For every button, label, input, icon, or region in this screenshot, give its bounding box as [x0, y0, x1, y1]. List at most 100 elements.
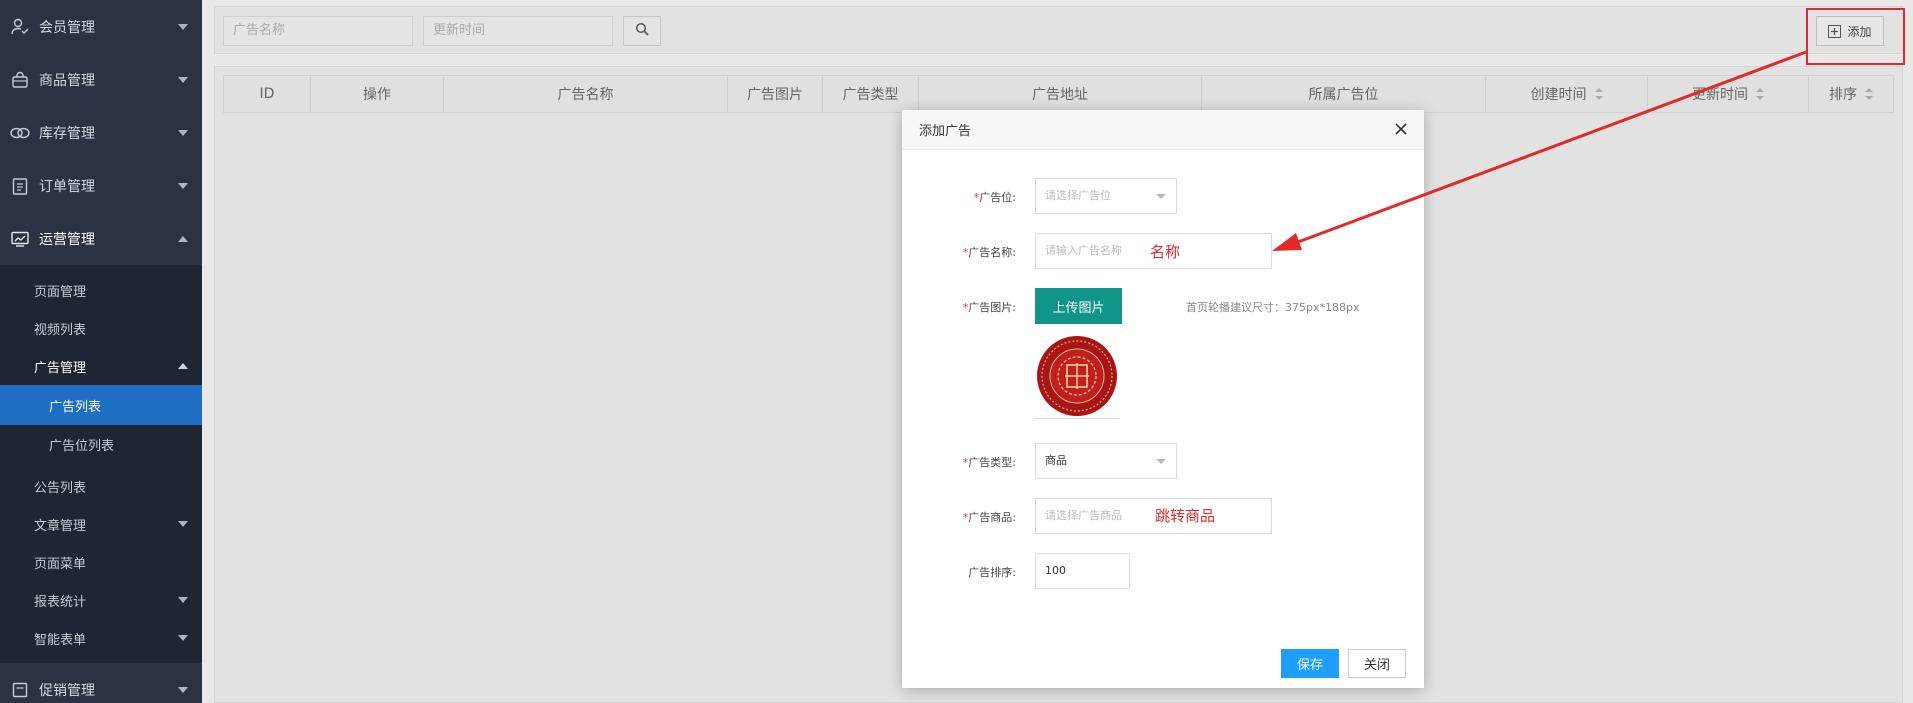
- sidebar-item-label: 库存管理: [39, 125, 95, 142]
- ad-type-select[interactable]: 商品: [1035, 443, 1177, 479]
- column-header-updated-at[interactable]: 更新时间: [1648, 76, 1809, 112]
- column-header-action: 操作: [311, 76, 444, 112]
- column-header-ad-name: 广告名称: [444, 76, 728, 112]
- chevron-down-icon: [178, 686, 188, 693]
- sidebar-item-stock[interactable]: 库存管理: [0, 106, 202, 159]
- caret-down-icon: [1156, 194, 1166, 199]
- field-label-text: 广告类型:: [968, 456, 1016, 469]
- update-time-search-input[interactable]: 更新时间: [423, 16, 613, 46]
- chevron-down-icon: [178, 76, 188, 83]
- ad-name-row: *广告名称: 请输入广告名称 名称: [902, 233, 1424, 269]
- sort-icon[interactable]: [1756, 88, 1764, 100]
- column-label: 所属广告位: [1308, 87, 1379, 103]
- column-label: 操作: [363, 87, 391, 103]
- sidebar-item-page-menu[interactable]: 页面菜单: [0, 543, 202, 581]
- search-button[interactable]: [623, 16, 661, 46]
- sidebar-item-promotion[interactable]: 促销管理: [0, 663, 202, 703]
- sort-icon[interactable]: [1594, 88, 1603, 100]
- clipboard-icon: [10, 176, 30, 196]
- chevron-down-icon: [178, 23, 188, 30]
- ad-sort-row: 广告排序: 100: [902, 553, 1424, 589]
- upload-image-button[interactable]: 上传图片: [1035, 288, 1122, 324]
- search-icon: [635, 22, 649, 40]
- close-button[interactable]: 关闭: [1348, 649, 1406, 678]
- sidebar-item-label: 会员管理: [39, 19, 95, 36]
- sidebar-item-video-list[interactable]: 视频列表: [0, 309, 202, 347]
- ad-sort-label: 广告排序:: [968, 566, 1016, 579]
- sidebar-item-label: 文章管理: [34, 518, 87, 534]
- sidebar-item-article-manage[interactable]: 文章管理: [0, 505, 202, 543]
- sidebar-item-label: 公告列表: [34, 480, 87, 496]
- ad-goods-row: *广告商品: 请选择广告商品 跳转商品: [902, 498, 1424, 534]
- chevron-up-icon: [178, 363, 188, 369]
- sidebar-item-label: 页面菜单: [34, 556, 87, 572]
- sort-icon[interactable]: [1865, 88, 1873, 100]
- input-value: 100: [1045, 564, 1066, 577]
- sidebar-item-ad-slot-list[interactable]: 广告位列表: [0, 425, 202, 463]
- field-label-text: 广告商品:: [968, 511, 1016, 524]
- search-toolbar: 广告名称 更新时间 添加: [214, 6, 1903, 54]
- column-header-created-at[interactable]: 创建时间: [1486, 76, 1648, 112]
- sidebar-item-label: 订单管理: [39, 178, 95, 195]
- column-header-ad-url: 广告地址: [919, 76, 1202, 112]
- user-check-icon: [10, 17, 30, 37]
- sidebar-item-order[interactable]: 订单管理: [0, 159, 202, 212]
- ad-slot-select[interactable]: 请选择广告位: [1035, 178, 1177, 214]
- chevron-down-icon: [178, 521, 188, 527]
- dialog-header: 添加广告: [902, 110, 1424, 150]
- field-label-text: 广告位:: [979, 191, 1016, 204]
- ad-image-row: *广告图片: 上传图片 首页轮播建议尺寸：375px*188px: [902, 288, 1424, 419]
- annotation-name-note: 名称: [1150, 243, 1181, 261]
- column-label: ID: [259, 86, 275, 102]
- annotation-goods-note: 跳转商品: [1155, 507, 1216, 525]
- operation-submenu: 页面管理 视频列表 广告管理 广告列表 广告位列表 公告列表 文章管理 页面菜单…: [0, 265, 202, 663]
- sidebar-item-goods[interactable]: 商品管理: [0, 53, 202, 106]
- sidebar-item-operation[interactable]: 运营管理: [0, 212, 202, 265]
- chart-line-icon: [10, 229, 30, 249]
- column-header-sort[interactable]: 排序: [1809, 76, 1893, 112]
- sidebar-item-label: 广告管理: [34, 360, 87, 376]
- ad-sort-input[interactable]: 100: [1035, 553, 1130, 589]
- sidebar-item-label: 商品管理: [39, 72, 95, 89]
- column-header-ad-slot: 所属广告位: [1202, 76, 1486, 112]
- ad-goods-label: *广告商品:: [962, 511, 1016, 524]
- sidebar-item-ad-manage[interactable]: 广告管理: [0, 347, 202, 385]
- table-header: ID 操作 广告名称 广告图片 广告类型 广告地址 所属广告位 创建时间 更新时…: [223, 75, 1894, 113]
- chevron-down-icon: [178, 129, 188, 136]
- ad-slot-row: *广告位: 请选择广告位: [902, 178, 1424, 214]
- close-icon[interactable]: [1392, 120, 1410, 138]
- column-header-id: ID: [224, 76, 311, 112]
- column-header-ad-image: 广告图片: [728, 76, 823, 112]
- annotation-highlight-box: [1806, 8, 1905, 65]
- sidebar-item-label: 广告列表: [49, 399, 102, 415]
- sidebar-item-label: 页面管理: [34, 284, 87, 300]
- sidebar-item-label: 促销管理: [39, 682, 95, 699]
- column-label: 更新时间: [1692, 87, 1748, 103]
- sidebar-item-report-stats[interactable]: 报表统计: [0, 581, 202, 619]
- column-label: 广告地址: [1032, 87, 1088, 103]
- ad-name-label: *广告名称:: [962, 246, 1016, 259]
- sidebar-item-label: 视频列表: [34, 322, 87, 338]
- select-placeholder: 请选择广告位: [1045, 189, 1111, 202]
- ad-image-label: *广告图片:: [962, 301, 1016, 314]
- add-ad-dialog: 添加广告 *广告位: 请选择广告位 *广告名称: 请输入广告名称 名称 *广告图…: [902, 110, 1424, 688]
- ad-type-row: *广告类型: 商品: [902, 443, 1424, 479]
- sidebar-item-page-manage[interactable]: 页面管理: [0, 271, 202, 309]
- sidebar-item-label: 广告位列表: [49, 438, 115, 454]
- ad-name-search-input[interactable]: 广告名称: [223, 16, 413, 46]
- save-button[interactable]: 保存: [1281, 649, 1339, 678]
- sidebar-item-smart-form[interactable]: 智能表单: [0, 619, 202, 657]
- image-size-hint: 首页轮播建议尺寸：375px*188px: [1186, 301, 1360, 314]
- column-header-ad-type: 广告类型: [823, 76, 919, 112]
- ad-goods-input[interactable]: 请选择广告商品: [1035, 498, 1272, 534]
- sidebar-item-notice-list[interactable]: 公告列表: [0, 467, 202, 505]
- ad-slot-label: *广告位:: [973, 191, 1016, 204]
- promo-icon: [10, 680, 30, 700]
- column-label: 广告类型: [842, 87, 899, 103]
- input-placeholder: 请选择广告商品: [1045, 509, 1122, 522]
- column-label: 广告名称: [557, 87, 614, 103]
- sidebar-item-member[interactable]: 会员管理: [0, 0, 202, 53]
- field-label-text: 广告图片:: [968, 301, 1016, 314]
- caret-down-icon: [1156, 459, 1166, 464]
- sidebar-item-ad-list[interactable]: 广告列表: [0, 385, 202, 425]
